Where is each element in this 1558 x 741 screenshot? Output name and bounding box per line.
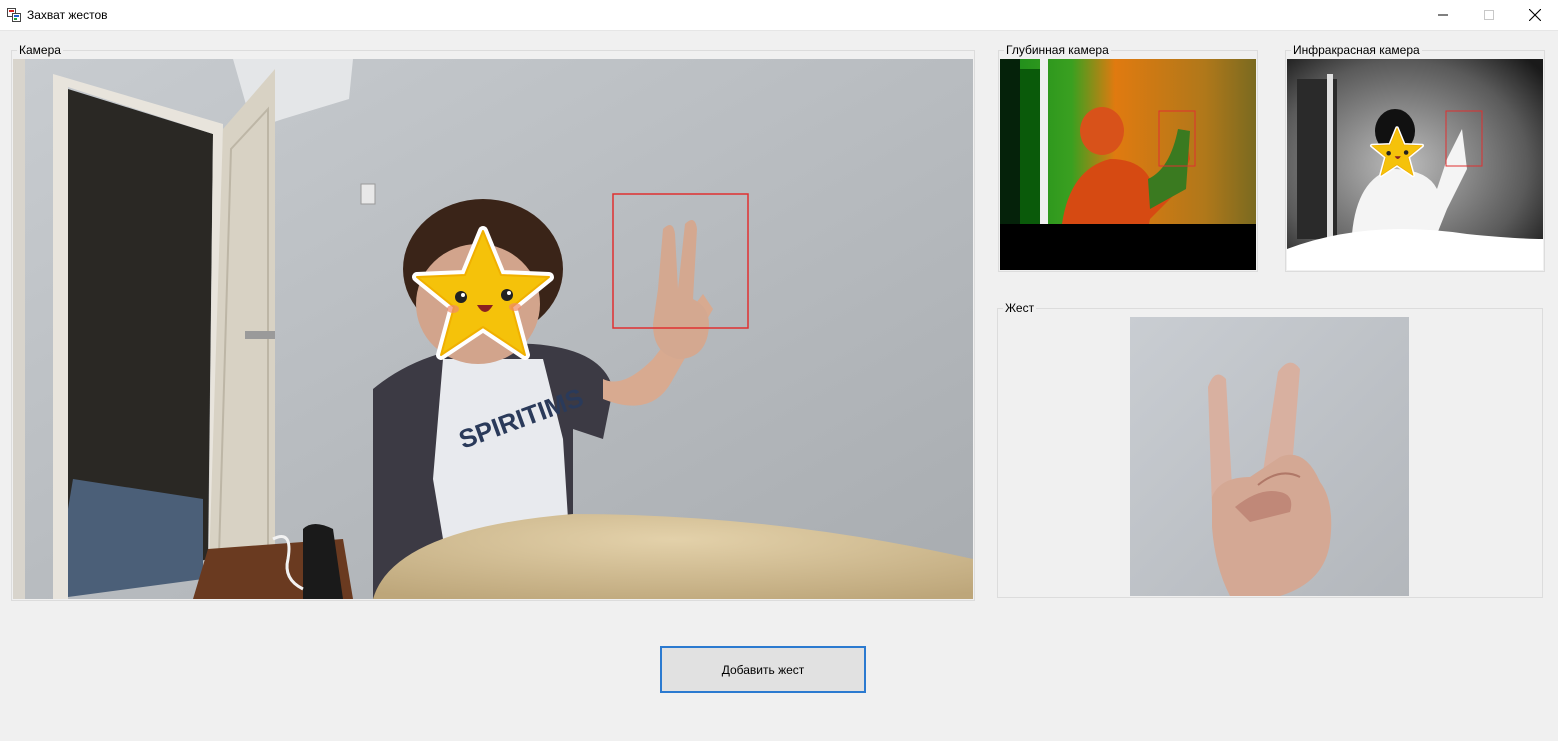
close-button[interactable]	[1512, 0, 1558, 30]
minimize-button[interactable]	[1420, 0, 1466, 30]
infrared-feed-image	[1287, 59, 1543, 270]
add-gesture-button[interactable]: Добавить жест	[660, 646, 866, 693]
minimize-icon	[1438, 14, 1448, 16]
maximize-button[interactable]	[1466, 0, 1512, 30]
infrared-group-label: Инфракрасная камера	[1291, 43, 1422, 57]
gesture-group-label: Жест	[1003, 301, 1037, 315]
depth-group-label: Глубинная камера	[1004, 43, 1111, 57]
camera-feed-image: SPIRITIMS	[13, 59, 973, 599]
camera-group-label: Камера	[17, 43, 63, 57]
depth-feed-image	[1000, 59, 1256, 270]
title-bar: Захват жестов	[0, 0, 1558, 31]
add-gesture-button-label: Добавить жест	[718, 661, 808, 678]
maximize-icon	[1484, 10, 1494, 20]
gesture-preview-image	[1130, 317, 1409, 596]
app-icon	[7, 8, 21, 22]
window-title: Захват жестов	[27, 8, 108, 22]
close-icon	[1529, 9, 1541, 21]
